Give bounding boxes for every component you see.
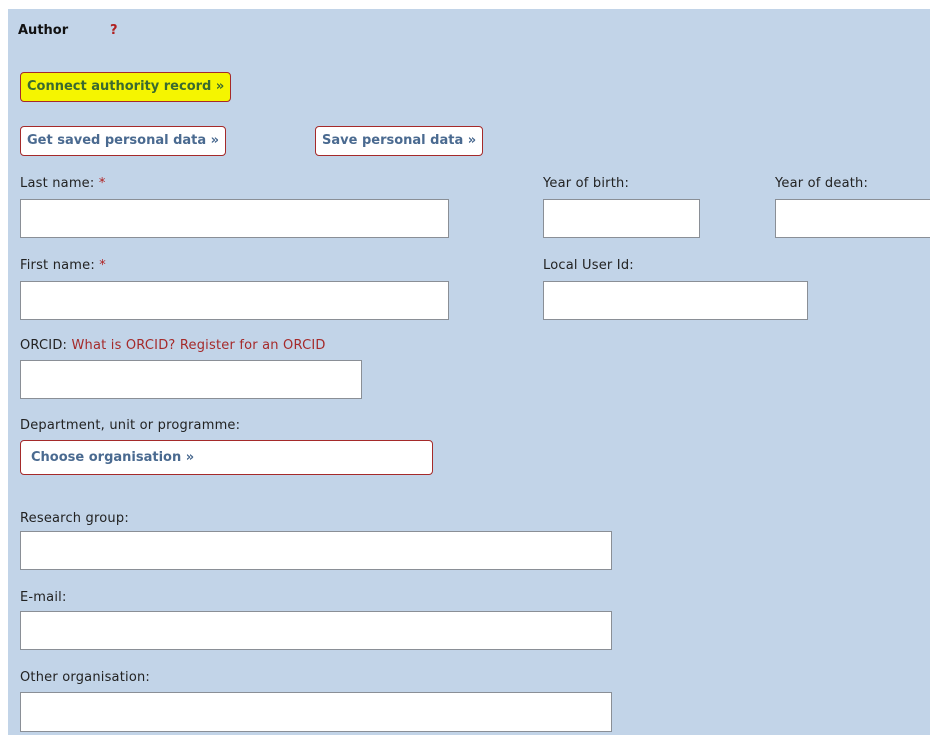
email-label: E-mail:: [20, 590, 67, 605]
local-user-id-field[interactable]: [543, 281, 808, 320]
local-user-id-label: Local User Id:: [543, 258, 634, 273]
department-label: Department, unit or programme:: [20, 418, 241, 433]
what-is-orcid-link[interactable]: What is ORCID?: [71, 338, 175, 353]
orcid-field[interactable]: [20, 360, 362, 399]
help-icon[interactable]: ?: [110, 23, 118, 38]
first-name-label-text: First name:: [20, 258, 95, 273]
first-name-field[interactable]: [20, 281, 449, 320]
register-orcid-link[interactable]: Register for an ORCID: [180, 338, 326, 353]
required-marker: *: [99, 258, 106, 273]
orcid-label-text: ORCID:: [20, 338, 68, 353]
save-personal-data-button[interactable]: Save personal data »: [315, 126, 484, 156]
year-of-death-label: Year of death:: [775, 176, 869, 191]
year-of-death-field[interactable]: [775, 199, 930, 238]
last-name-field[interactable]: [20, 199, 449, 238]
research-group-label: Research group:: [20, 511, 129, 526]
year-of-birth-label: Year of birth:: [543, 176, 630, 191]
first-name-label: First name: *: [20, 258, 106, 273]
choose-organisation-button[interactable]: Choose organisation »: [20, 440, 433, 475]
year-of-birth-field[interactable]: [543, 199, 700, 238]
last-name-label: Last name: *: [20, 176, 106, 191]
get-saved-personal-data-button[interactable]: Get saved personal data »: [20, 126, 227, 156]
required-marker: *: [98, 176, 106, 191]
connect-authority-record-button[interactable]: Connect authority record »: [20, 72, 232, 102]
email-field[interactable]: [20, 611, 612, 650]
last-name-label-text: Last name:: [20, 176, 95, 191]
section-title: Author: [18, 23, 69, 38]
other-organisation-label: Other organisation:: [20, 670, 151, 685]
other-organisation-field[interactable]: [20, 692, 612, 732]
research-group-field[interactable]: [20, 531, 612, 570]
orcid-label: ORCID: What is ORCID? Register for an OR…: [20, 338, 326, 353]
